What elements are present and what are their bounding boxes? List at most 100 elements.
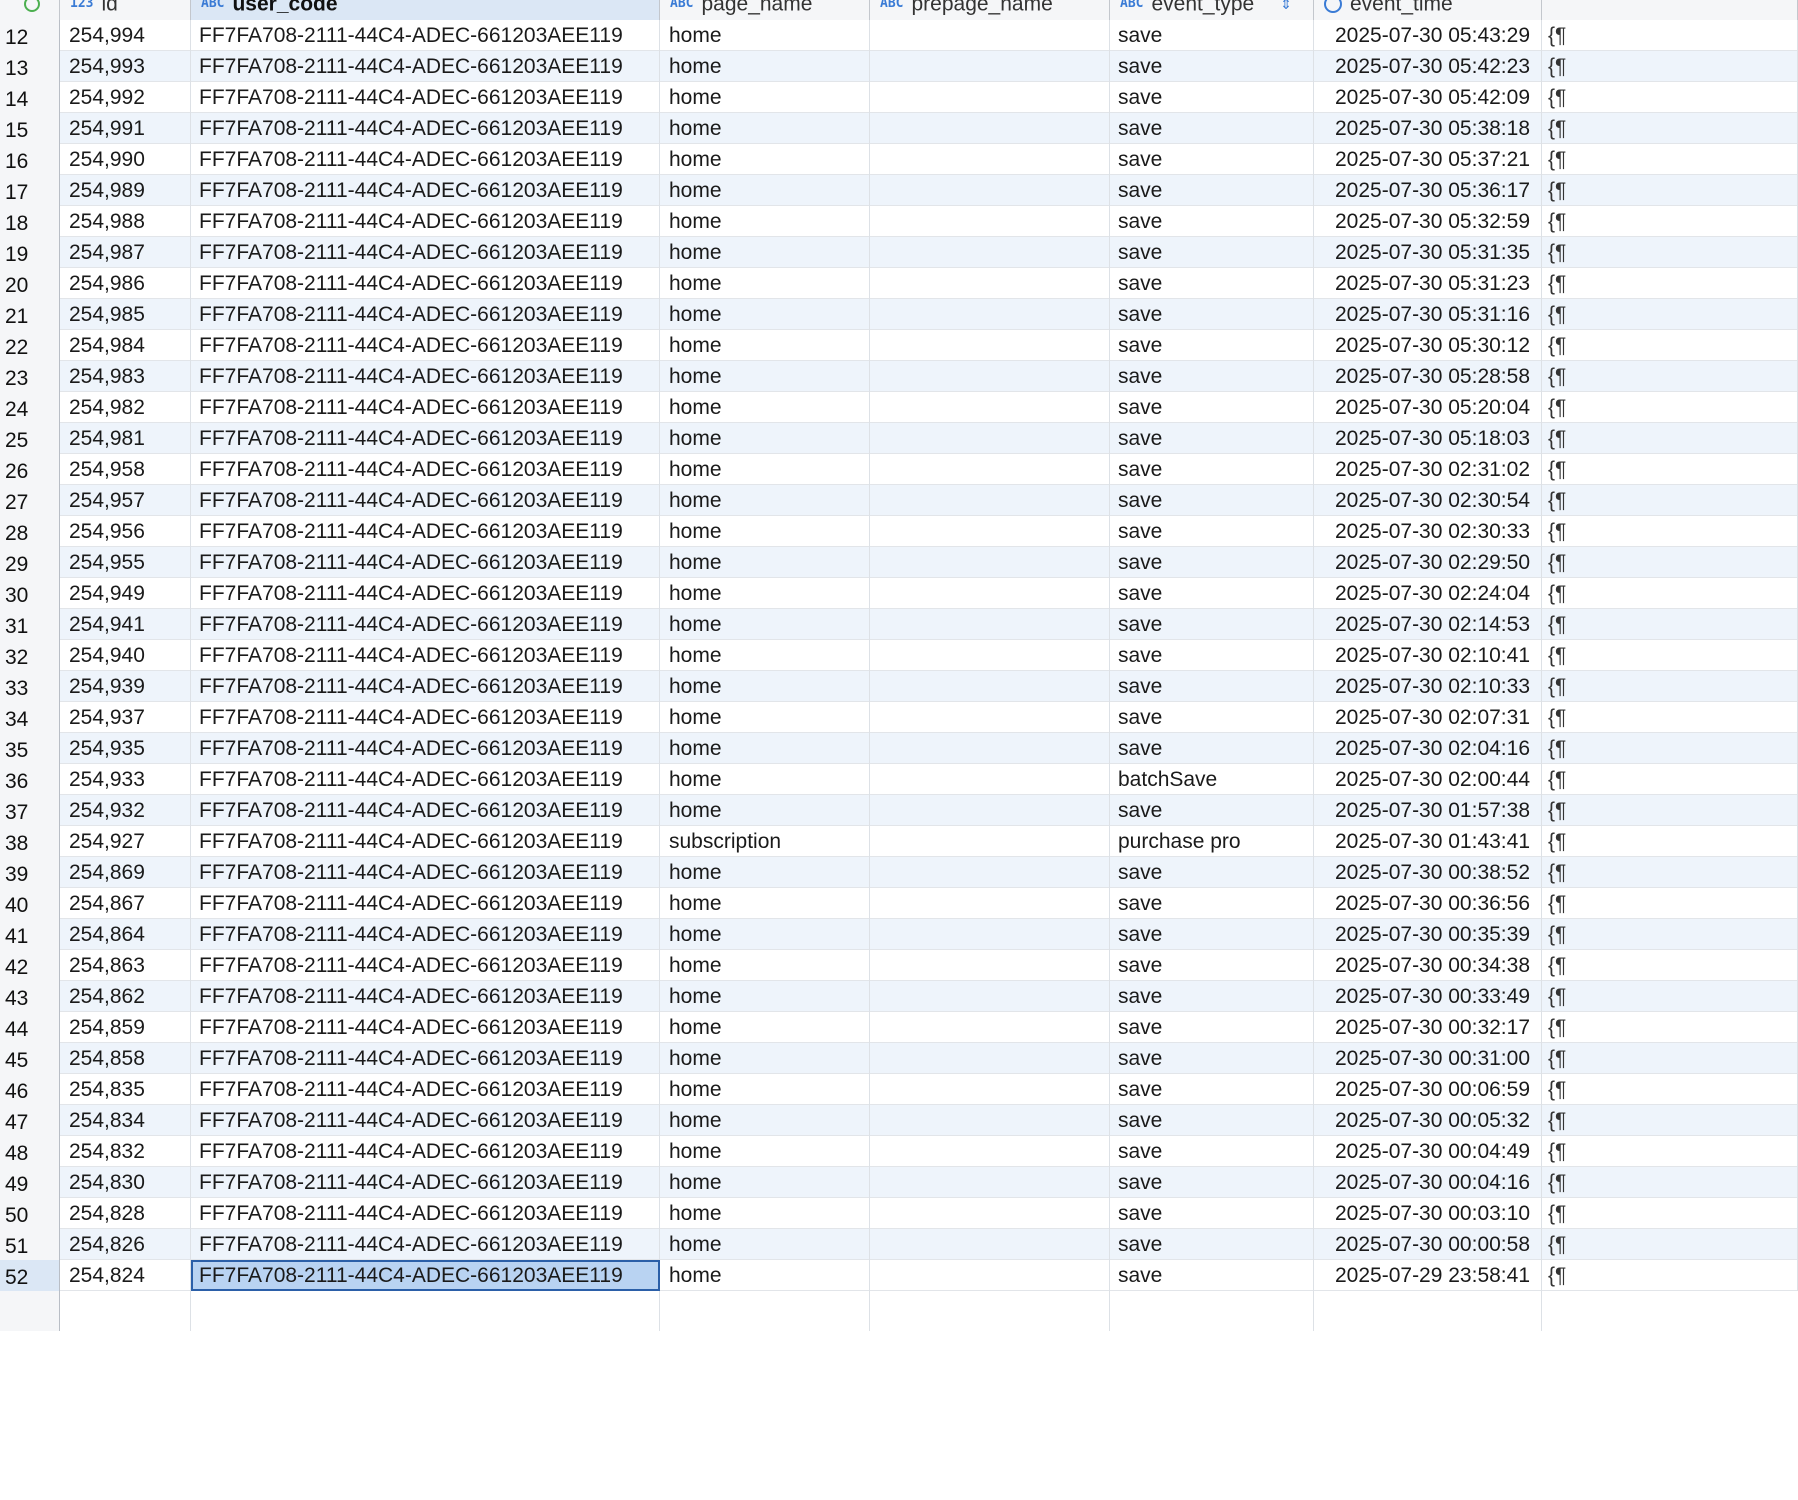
cell-event-time[interactable]: 2025-07-30 00:35:39 bbox=[1314, 919, 1542, 950]
cell-page-name[interactable]: home bbox=[660, 671, 870, 702]
cell-page-name[interactable]: home bbox=[660, 919, 870, 950]
cell-user-code[interactable]: FF7FA708-2111-44C4-ADEC-661203AEE119 bbox=[191, 454, 660, 485]
cell-id[interactable]: 254,992 bbox=[60, 82, 191, 113]
cell-page-name[interactable]: home bbox=[660, 268, 870, 299]
cell-page-name[interactable]: home bbox=[660, 764, 870, 795]
cell-prepage-name[interactable] bbox=[870, 702, 1110, 733]
cell-user-code[interactable]: FF7FA708-2111-44C4-ADEC-661203AEE119 bbox=[191, 1012, 660, 1043]
cell-event-time[interactable]: 2025-07-30 05:42:23 bbox=[1314, 51, 1542, 82]
cell-prepage-name[interactable] bbox=[870, 1229, 1110, 1260]
cell-event-type[interactable]: save bbox=[1110, 795, 1314, 826]
table-row[interactable]: 44 254,859 FF7FA708-2111-44C4-ADEC-661203A… bbox=[0, 1012, 1798, 1043]
cell-prepage-name[interactable] bbox=[870, 299, 1110, 330]
cell-extra-json[interactable]: {¶ bbox=[1542, 1043, 1798, 1074]
cell-event-type[interactable]: save bbox=[1110, 1074, 1314, 1105]
cell-event-type[interactable]: save bbox=[1110, 1043, 1314, 1074]
cell-id[interactable]: 254,994 bbox=[60, 20, 191, 51]
cell-event-type[interactable]: save bbox=[1110, 671, 1314, 702]
cell-prepage-name[interactable] bbox=[870, 547, 1110, 578]
cell-event-time[interactable]: 2025-07-30 00:33:49 bbox=[1314, 981, 1542, 1012]
row-number[interactable]: 40 bbox=[0, 888, 60, 919]
cell-event-type[interactable]: save bbox=[1110, 268, 1314, 299]
cell-prepage-name[interactable] bbox=[870, 144, 1110, 175]
cell-user-code[interactable]: FF7FA708-2111-44C4-ADEC-661203AEE119 bbox=[191, 1136, 660, 1167]
cell-event-type[interactable]: save bbox=[1110, 361, 1314, 392]
cell-user-code[interactable]: FF7FA708-2111-44C4-ADEC-661203AEE119 bbox=[191, 795, 660, 826]
row-number[interactable]: 20 bbox=[0, 268, 60, 299]
table-row[interactable]: 16 254,990 FF7FA708-2111-44C4-ADEC-661203A… bbox=[0, 144, 1798, 175]
cell-id[interactable]: 254,858 bbox=[60, 1043, 191, 1074]
cell-id[interactable]: 254,937 bbox=[60, 702, 191, 733]
cell-prepage-name[interactable] bbox=[870, 795, 1110, 826]
column-header-user-code[interactable]: ABC user_code bbox=[191, 0, 660, 20]
cell-page-name[interactable]: home bbox=[660, 206, 870, 237]
cell-user-code[interactable]: FF7FA708-2111-44C4-ADEC-661203AEE119 bbox=[191, 733, 660, 764]
cell-id[interactable]: 254,990 bbox=[60, 144, 191, 175]
cell-event-time[interactable]: 2025-07-30 00:04:49 bbox=[1314, 1136, 1542, 1167]
cell-user-code[interactable]: FF7FA708-2111-44C4-ADEC-661203AEE119 bbox=[191, 516, 660, 547]
cell-event-type[interactable]: purchase pro bbox=[1110, 826, 1314, 857]
cell-page-name[interactable]: home bbox=[660, 733, 870, 764]
row-number[interactable]: 31 bbox=[0, 609, 60, 640]
cell-prepage-name[interactable] bbox=[870, 175, 1110, 206]
cell-id[interactable]: 254,932 bbox=[60, 795, 191, 826]
cell-event-type[interactable]: save bbox=[1110, 609, 1314, 640]
cell-event-type[interactable]: save bbox=[1110, 392, 1314, 423]
cell-prepage-name[interactable] bbox=[870, 516, 1110, 547]
cell-event-type[interactable]: save bbox=[1110, 950, 1314, 981]
cell-event-time[interactable]: 2025-07-30 02:00:44 bbox=[1314, 764, 1542, 795]
row-number[interactable]: 44 bbox=[0, 1012, 60, 1043]
cell-prepage-name[interactable] bbox=[870, 671, 1110, 702]
table-row[interactable]: 37 254,932 FF7FA708-2111-44C4-ADEC-661203A… bbox=[0, 795, 1798, 826]
cell-user-code[interactable]: FF7FA708-2111-44C4-ADEC-661203AEE119 bbox=[191, 485, 660, 516]
cell-event-type[interactable]: save bbox=[1110, 144, 1314, 175]
table-row[interactable]: 29 254,955 FF7FA708-2111-44C4-ADEC-661203A… bbox=[0, 547, 1798, 578]
cell-extra-json[interactable]: {¶ bbox=[1542, 1167, 1798, 1198]
cell-user-code[interactable]: FF7FA708-2111-44C4-ADEC-661203AEE119 bbox=[191, 20, 660, 51]
cell-event-time[interactable]: 2025-07-30 05:31:16 bbox=[1314, 299, 1542, 330]
cell-page-name[interactable]: home bbox=[660, 330, 870, 361]
cell-prepage-name[interactable] bbox=[870, 578, 1110, 609]
row-number[interactable]: 25 bbox=[0, 423, 60, 454]
cell-event-time[interactable]: 2025-07-30 02:30:33 bbox=[1314, 516, 1542, 547]
row-number[interactable]: 18 bbox=[0, 206, 60, 237]
cell-page-name[interactable]: home bbox=[660, 1198, 870, 1229]
cell-prepage-name[interactable] bbox=[870, 1198, 1110, 1229]
cell-extra-json[interactable]: {¶ bbox=[1542, 516, 1798, 547]
cell-prepage-name[interactable] bbox=[870, 609, 1110, 640]
cell-user-code[interactable]: FF7FA708-2111-44C4-ADEC-661203AEE119 bbox=[191, 361, 660, 392]
cell-id[interactable]: 254,984 bbox=[60, 330, 191, 361]
cell-id[interactable]: 254,927 bbox=[60, 826, 191, 857]
cell-event-time[interactable]: 2025-07-30 01:43:41 bbox=[1314, 826, 1542, 857]
cell-event-time[interactable]: 2025-07-30 05:42:09 bbox=[1314, 82, 1542, 113]
cell-id[interactable]: 254,862 bbox=[60, 981, 191, 1012]
cell-extra-json[interactable]: {¶ bbox=[1542, 578, 1798, 609]
table-row[interactable]: 15 254,991 FF7FA708-2111-44C4-ADEC-661203A… bbox=[0, 113, 1798, 144]
cell-user-code[interactable]: FF7FA708-2111-44C4-ADEC-661203AEE119 bbox=[191, 144, 660, 175]
table-row[interactable]: 52 254,824 FF7FA708-2111-44C4-ADEC-661203A… bbox=[0, 1260, 1798, 1291]
cell-prepage-name[interactable] bbox=[870, 423, 1110, 454]
cell-event-time[interactable]: 2025-07-30 05:30:12 bbox=[1314, 330, 1542, 361]
cell-page-name[interactable]: home bbox=[660, 1043, 870, 1074]
cell-page-name[interactable]: home bbox=[660, 144, 870, 175]
cell-extra-json[interactable]: {¶ bbox=[1542, 609, 1798, 640]
cell-user-code[interactable]: FF7FA708-2111-44C4-ADEC-661203AEE119 bbox=[191, 51, 660, 82]
cell-prepage-name[interactable] bbox=[870, 733, 1110, 764]
row-number[interactable]: 16 bbox=[0, 144, 60, 175]
cell-extra-json[interactable]: {¶ bbox=[1542, 671, 1798, 702]
cell-page-name[interactable]: home bbox=[660, 1136, 870, 1167]
cell-id[interactable]: 254,859 bbox=[60, 1012, 191, 1043]
cell-id[interactable]: 254,830 bbox=[60, 1167, 191, 1198]
cell-prepage-name[interactable] bbox=[870, 981, 1110, 1012]
cell-user-code[interactable]: FF7FA708-2111-44C4-ADEC-661203AEE119 bbox=[191, 919, 660, 950]
cell-prepage-name[interactable] bbox=[870, 919, 1110, 950]
column-header-prepage-name[interactable]: ABC prepage_name bbox=[870, 0, 1110, 20]
row-number[interactable]: 30 bbox=[0, 578, 60, 609]
cell-prepage-name[interactable] bbox=[870, 330, 1110, 361]
cell-prepage-name[interactable] bbox=[870, 206, 1110, 237]
cell-user-code[interactable]: FF7FA708-2111-44C4-ADEC-661203AEE119 bbox=[191, 671, 660, 702]
cell-id[interactable]: 254,933 bbox=[60, 764, 191, 795]
cell-event-type[interactable]: save bbox=[1110, 981, 1314, 1012]
cell-user-code[interactable]: FF7FA708-2111-44C4-ADEC-661203AEE119 bbox=[191, 764, 660, 795]
cell-event-time[interactable]: 2025-07-30 05:38:18 bbox=[1314, 113, 1542, 144]
